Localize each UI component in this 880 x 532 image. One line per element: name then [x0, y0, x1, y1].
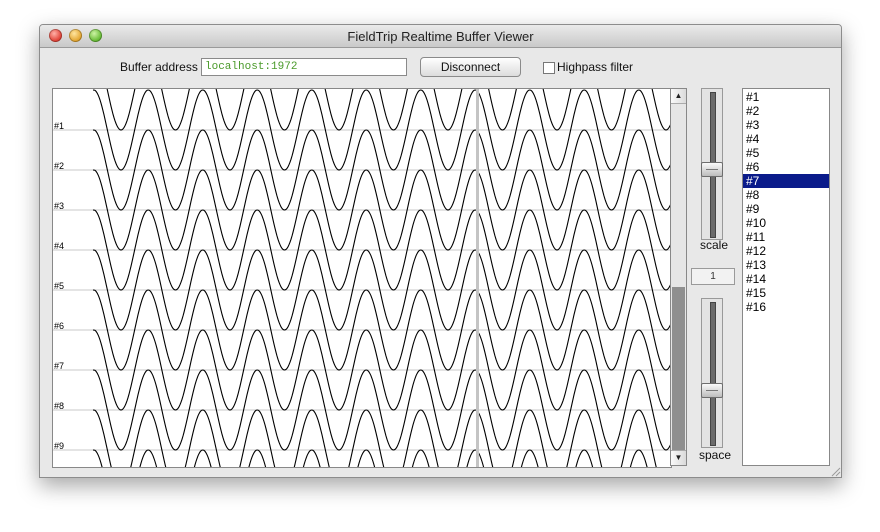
channel-label: #8: [54, 401, 64, 411]
channel-list-item[interactable]: #1: [743, 90, 829, 104]
channel-list-item[interactable]: #2: [743, 104, 829, 118]
scale-slider-thumb[interactable]: [701, 162, 723, 177]
scroll-up-arrow-icon[interactable]: ▲: [671, 89, 686, 104]
channel-list-item[interactable]: #13: [743, 258, 829, 272]
scrollbar-thumb[interactable]: [672, 287, 685, 450]
sweep-cursor: [476, 89, 479, 467]
scale-value-field[interactable]: 1: [691, 268, 735, 285]
channel-label: #7: [54, 361, 64, 371]
channel-list-item[interactable]: #5: [743, 146, 829, 160]
channel-list-item[interactable]: #7: [743, 174, 829, 188]
disconnect-button[interactable]: Disconnect: [420, 57, 521, 77]
highpass-filter-label[interactable]: Highpass filter: [557, 60, 633, 74]
buffer-address-input[interactable]: localhost:1972: [201, 58, 407, 76]
scale-label: scale: [700, 238, 729, 252]
channel-list-item[interactable]: #4: [743, 132, 829, 146]
channel-list-item[interactable]: #6: [743, 160, 829, 174]
signal-plot-canvas: #1 #2 #3 #4 #5 #6 #7 #8 #9: [53, 89, 671, 467]
scale-slider[interactable]: [701, 88, 723, 240]
channel-label: #9: [54, 441, 64, 451]
channel-label: #2: [54, 161, 64, 171]
channel-trace: [106, 89, 671, 131]
channel-list-item[interactable]: #14: [743, 272, 829, 286]
channel-list-item[interactable]: #3: [743, 118, 829, 132]
channel-list-item[interactable]: #12: [743, 244, 829, 258]
plot-vertical-scrollbar[interactable]: ▲ ▼: [670, 88, 687, 466]
scroll-down-arrow-icon[interactable]: ▼: [671, 450, 686, 465]
window-title: FieldTrip Realtime Buffer Viewer: [347, 29, 534, 44]
channel-label: #4: [54, 241, 64, 251]
channel-label: #1: [54, 121, 64, 131]
space-label: space: [699, 448, 732, 462]
channel-label: #5: [54, 281, 64, 291]
channel-label: #3: [54, 201, 64, 211]
resize-grip-icon[interactable]: [829, 465, 841, 477]
channel-list-item[interactable]: #10: [743, 216, 829, 230]
space-slider[interactable]: [701, 298, 723, 448]
channel-list-item[interactable]: #11: [743, 230, 829, 244]
channel-list-item[interactable]: #16: [743, 300, 829, 314]
space-slider-track: [710, 302, 716, 446]
title-bar[interactable]: FieldTrip Realtime Buffer Viewer: [40, 25, 841, 48]
app-window: FieldTrip Realtime Buffer Viewer Buffer …: [39, 24, 842, 478]
channel-label: #6: [54, 321, 64, 331]
channel-list-item[interactable]: #9: [743, 202, 829, 216]
space-slider-thumb[interactable]: [701, 383, 723, 398]
signal-plot[interactable]: #1 #2 #3 #4 #5 #6 #7 #8 #9: [52, 88, 672, 468]
highpass-filter-checkbox[interactable]: [543, 62, 555, 74]
channel-list-item[interactable]: #8: [743, 188, 829, 202]
channel-list-item[interactable]: #15: [743, 286, 829, 300]
buffer-address-label: Buffer address: [120, 60, 198, 74]
channel-list[interactable]: #1 #2 #3 #4 #5 #6 #7 #8 #9 #10 #11 #12 #13 #14 #15 #16: [742, 88, 830, 466]
